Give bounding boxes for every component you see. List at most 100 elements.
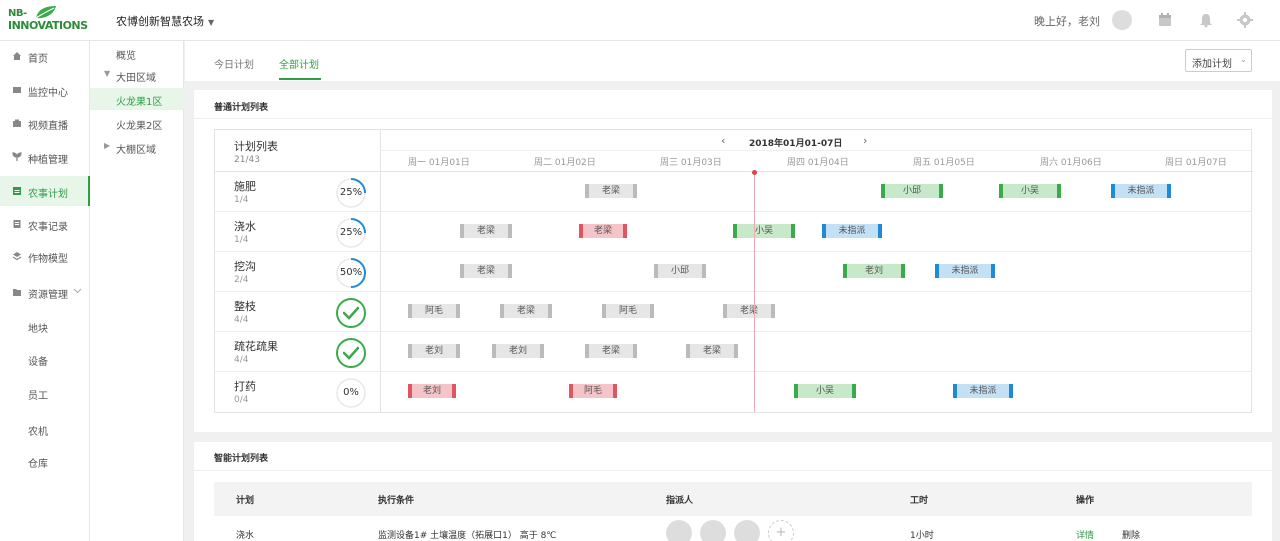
bell-icon[interactable] bbox=[1198, 12, 1214, 28]
assignee-avatar[interactable] bbox=[700, 520, 726, 541]
day-label: 周三 01月03日 bbox=[660, 158, 722, 168]
gantt-row: 打药 0/4 0% 老刘 阿毛 小吴 未指派 bbox=[215, 372, 1251, 412]
task-bar[interactable]: 老梁 bbox=[579, 224, 627, 238]
caret-down-icon: ▼ bbox=[208, 18, 215, 27]
task-bar[interactable]: 老梁 bbox=[500, 304, 552, 318]
progress-ring: 50% bbox=[335, 257, 367, 289]
task-bar[interactable]: 小邱 bbox=[654, 264, 706, 278]
task-bar[interactable]: 老梁 bbox=[460, 224, 512, 238]
task-bar[interactable]: 小吴 bbox=[999, 184, 1061, 198]
caret-right-icon: ▶ bbox=[104, 141, 111, 150]
task-bar[interactable]: 老梁 bbox=[686, 344, 738, 358]
task-bar[interactable]: 小吴 bbox=[733, 224, 795, 238]
sidebar-sub-staff[interactable]: 员工 bbox=[28, 387, 48, 402]
tab-bar: 今日计划 全部计划 添加计划 ⌄ bbox=[185, 41, 1280, 81]
sidebar-item-resources[interactable]: 资源管理 bbox=[0, 277, 90, 307]
task-bar[interactable]: 老梁 bbox=[585, 184, 637, 198]
add-plan-button[interactable]: 添加计划 ⌄ bbox=[1185, 49, 1252, 72]
sidebar-item-crop-model[interactable]: 作物模型 bbox=[0, 241, 90, 271]
divider bbox=[194, 470, 1272, 471]
gantt-row: 施肥 1/4 25% 老梁 小邱 小吴 未指派 bbox=[215, 172, 1251, 212]
prev-week-button[interactable]: ‹ bbox=[721, 134, 725, 147]
task-bar[interactable]: 未指派 bbox=[953, 384, 1013, 398]
tab-active-indicator bbox=[279, 78, 321, 80]
brand-logo[interactable]: NB- INNOVATIONS bbox=[8, 6, 88, 34]
divider bbox=[194, 118, 1272, 119]
sidebar-sub-machinery[interactable]: 农机 bbox=[28, 423, 48, 438]
assignee-avatar[interactable] bbox=[734, 520, 760, 541]
tree-node-zone1[interactable]: 火龙果1区 bbox=[90, 88, 184, 110]
task-bar[interactable]: 老刘 bbox=[408, 384, 456, 398]
current-time-line bbox=[754, 172, 755, 412]
sidebar-sub-warehouse[interactable]: 仓库 bbox=[28, 455, 48, 470]
day-label: 周四 01月04日 bbox=[787, 158, 849, 168]
tab-today[interactable]: 今日计划 bbox=[214, 56, 254, 71]
greeting-text: 晚上好，老刘 bbox=[1034, 15, 1100, 28]
task-bar[interactable]: 老刘 bbox=[843, 264, 905, 278]
table-header: 计划 执行条件 指派人 工时 操作 bbox=[214, 482, 1252, 516]
gantt-chart: 计划列表 21/43 ‹ 2018年01月01-07日 › 周一 01月01日 … bbox=[214, 129, 1253, 413]
task-bar[interactable]: 小邱 bbox=[881, 184, 943, 198]
top-bar: NB- INNOVATIONS 农博创新智慧农场 ▼ 晚上好，老刘 bbox=[0, 0, 1280, 41]
sidebar-item-planting[interactable]: 种植管理 bbox=[0, 142, 90, 172]
gear-icon[interactable] bbox=[1237, 12, 1253, 28]
sidebar-item-video[interactable]: 视频直播 bbox=[0, 108, 90, 138]
calendar-icon[interactable] bbox=[1157, 12, 1173, 28]
sidebar-sub-device[interactable]: 设备 bbox=[28, 353, 48, 368]
task-bar[interactable]: 老刘 bbox=[492, 344, 544, 358]
next-week-button[interactable]: › bbox=[863, 134, 867, 147]
progress-ring-graphic bbox=[336, 338, 366, 368]
task-bar[interactable]: 未指派 bbox=[935, 264, 995, 278]
normal-plan-title: 普通计划列表 bbox=[214, 103, 269, 113]
tree-node-zone2[interactable]: 火龙果2区 bbox=[90, 112, 184, 134]
task-bar[interactable]: 老刘 bbox=[408, 344, 460, 358]
sidebar-item-farm-record[interactable]: 农事记录 bbox=[0, 209, 90, 239]
sidebar-sub-plot[interactable]: 地块 bbox=[28, 320, 48, 335]
sidebar-item-monitor[interactable]: 监控中心 bbox=[0, 75, 90, 105]
tree-node-overview[interactable]: 概览 bbox=[90, 42, 184, 64]
chevron-down-icon: ⌄ bbox=[1240, 55, 1247, 64]
task-bar[interactable]: 阿毛 bbox=[569, 384, 617, 398]
sidebar: 首页 监控中心 视频直播 种植管理 农事计划 农事记录 作物模型 资源管理 地块… bbox=[0, 41, 90, 541]
caret-down-icon: ▼ bbox=[104, 69, 111, 78]
delete-link[interactable]: 删除 bbox=[1122, 528, 1140, 541]
task-bar[interactable]: 阿毛 bbox=[602, 304, 654, 318]
day-label: 周一 01月01日 bbox=[408, 158, 470, 168]
smart-plan-title: 智能计划列表 bbox=[214, 454, 269, 464]
tab-all[interactable]: 全部计划 bbox=[279, 56, 319, 71]
gantt-row: 挖沟 2/4 50% 老梁 小邱 老刘 未指派 bbox=[215, 252, 1251, 292]
gantt-row: 浇水 1/4 25% 老梁 老梁 小吴 未指派 bbox=[215, 212, 1251, 252]
day-label: 周日 01月07日 bbox=[1165, 158, 1227, 168]
camera-icon bbox=[13, 119, 21, 127]
add-assignee-button[interactable]: + bbox=[768, 520, 794, 541]
gantt-header: 计划列表 21/43 bbox=[215, 130, 381, 172]
sprout-icon bbox=[12, 152, 22, 161]
tree-node-greenhouse[interactable]: ▶ 大棚区域 bbox=[90, 136, 184, 158]
task-bar[interactable]: 老梁 bbox=[585, 344, 637, 358]
assignee-avatar[interactable] bbox=[666, 520, 692, 541]
task-bar[interactable]: 阿毛 bbox=[408, 304, 460, 318]
sidebar-item-farm-plan[interactable]: 农事计划 bbox=[0, 176, 90, 206]
task-bar[interactable]: 老梁 bbox=[460, 264, 512, 278]
day-label: 周六 01月06日 bbox=[1040, 158, 1102, 168]
farm-selector[interactable]: 农博创新智慧农场 ▼ bbox=[116, 13, 214, 29]
progress-ring: 25% bbox=[335, 217, 367, 249]
task-bar[interactable]: 小吴 bbox=[794, 384, 856, 398]
task-bar[interactable]: 未指派 bbox=[1111, 184, 1171, 198]
current-time-dot bbox=[752, 170, 757, 175]
gantt-row: 整枝 4/4 阿毛 老梁 阿毛 老梁 bbox=[215, 292, 1251, 332]
detail-link[interactable]: 详情 bbox=[1076, 528, 1094, 541]
progress-ring bbox=[335, 297, 367, 329]
task-bar[interactable]: 老梁 bbox=[723, 304, 775, 318]
day-label: 周二 01月02日 bbox=[534, 158, 596, 168]
gantt-range-label: 2018年01月01-07日 bbox=[749, 139, 843, 149]
progress-ring: 0% bbox=[335, 377, 367, 409]
progress-ring-graphic bbox=[336, 298, 366, 328]
monitor-icon bbox=[13, 87, 21, 93]
zone-tree: 概览 ▼ 大田区域 火龙果1区 火龙果2区 ▶ 大棚区域 bbox=[90, 41, 184, 541]
sidebar-item-home[interactable]: 首页 bbox=[0, 41, 90, 71]
gantt-days: 周一 01月01日 周二 01月02日 周三 01月03日 周四 01月04日 … bbox=[381, 151, 1253, 172]
tree-node-field-zone[interactable]: ▼ 大田区域 bbox=[90, 64, 184, 86]
avatar[interactable] bbox=[1112, 10, 1132, 30]
task-bar[interactable]: 未指派 bbox=[822, 224, 882, 238]
